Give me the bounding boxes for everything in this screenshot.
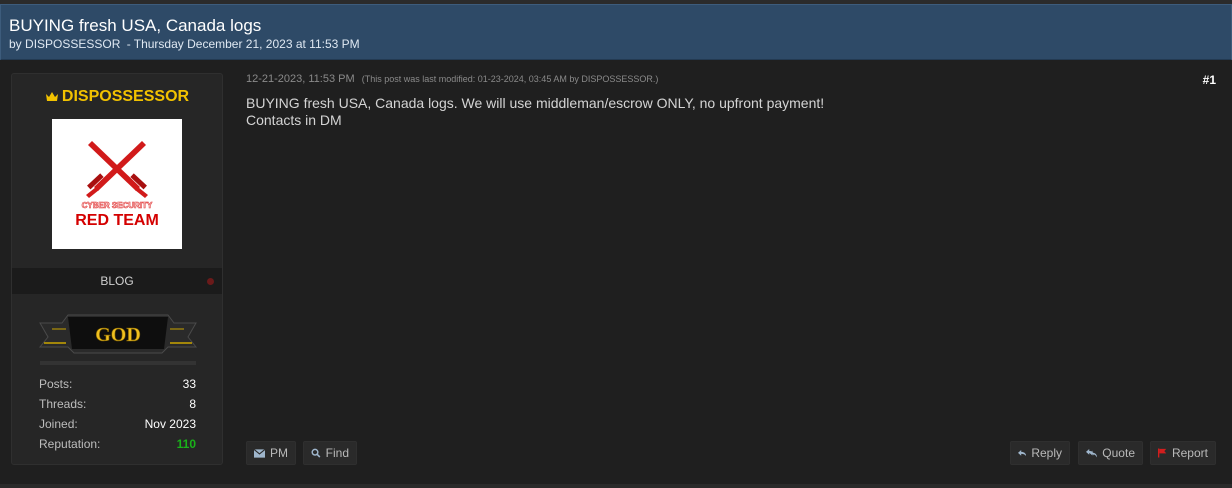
reply-button-label: Reply bbox=[1031, 446, 1062, 460]
bottom-border bbox=[0, 484, 1232, 488]
post-modified-note: (This post was last modified: 01-23-2024… bbox=[361, 74, 659, 84]
reply-button[interactable]: Reply bbox=[1010, 441, 1070, 465]
avatar[interactable]: CYBER SECURITY RED TEAM bbox=[52, 119, 182, 249]
report-button[interactable]: Report bbox=[1150, 441, 1216, 465]
flag-icon bbox=[1158, 448, 1167, 458]
post-number-link[interactable]: #1 bbox=[1203, 73, 1216, 87]
find-button[interactable]: Find bbox=[303, 441, 357, 465]
offline-status-indicator bbox=[207, 278, 214, 285]
author-name-row: DISPOSSESSOR bbox=[12, 88, 222, 106]
crossed-swords-icon bbox=[86, 141, 148, 198]
stat-value: Nov 2023 bbox=[144, 417, 196, 431]
post-body-line: BUYING fresh USA, Canada logs. We will u… bbox=[246, 95, 825, 111]
by-label: by bbox=[9, 37, 22, 51]
post-body-line: Contacts in DM bbox=[246, 112, 342, 128]
thread-date: Thursday December 21, 2023 at 11:53 PM bbox=[133, 37, 360, 51]
post-body: BUYING fresh USA, Canada logs. We will u… bbox=[246, 95, 1196, 129]
rank-label: GOD bbox=[95, 324, 141, 346]
meta-separator: - bbox=[126, 37, 131, 51]
stat-value[interactable]: 33 bbox=[183, 377, 196, 391]
stat-reputation: Reputation: 110 bbox=[39, 434, 196, 454]
find-button-label: Find bbox=[325, 446, 349, 460]
author-panel: DISPOSSESSOR CYBER SECURITY RED TEAM BLO… bbox=[11, 73, 223, 465]
avatar-image: CYBER SECURITY RED TEAM bbox=[75, 141, 159, 229]
thread-title: BUYING fresh USA, Canada logs bbox=[9, 16, 262, 35]
quote-button-label: Quote bbox=[1102, 446, 1135, 460]
envelope-icon bbox=[254, 448, 265, 458]
stat-label: Threads: bbox=[39, 397, 87, 411]
stat-label: Joined: bbox=[39, 417, 78, 431]
stat-joined: Joined: Nov 2023 bbox=[39, 414, 196, 434]
user-title-bar: BLOG bbox=[12, 268, 222, 294]
stat-label: Posts: bbox=[39, 377, 73, 391]
god-rank-image: GOD bbox=[38, 314, 198, 354]
user-title: BLOG bbox=[100, 274, 134, 288]
stat-threads: Threads: 8 bbox=[39, 394, 196, 414]
thread-author-link[interactable]: DISPOSSESSOR bbox=[25, 37, 120, 51]
author-name[interactable]: DISPOSSESSOR bbox=[62, 88, 189, 105]
avatar-caption-top: CYBER SECURITY bbox=[82, 201, 153, 210]
crown-icon bbox=[45, 92, 58, 101]
stat-posts: Posts: 33 bbox=[39, 374, 196, 394]
rank-badge: GOD bbox=[38, 307, 198, 357]
stat-value[interactable]: 8 bbox=[189, 397, 196, 411]
avatar-caption-main: RED TEAM bbox=[75, 212, 159, 229]
quote-button[interactable]: Quote bbox=[1078, 441, 1143, 465]
rank-progress-bar bbox=[40, 361, 196, 365]
thread-header: BUYING fresh USA, Canada logs by DISPOSS… bbox=[0, 4, 1232, 61]
author-stats: Posts: 33 Threads: 8 Joined: Nov 2023 Re… bbox=[39, 374, 196, 454]
post-datetime: 12-21-2023, 11:53 PM bbox=[246, 73, 355, 85]
post-meta: 12-21-2023, 11:53 PM (This post was last… bbox=[246, 73, 658, 85]
quote-icon bbox=[1086, 448, 1098, 458]
thread-meta: by DISPOSSESSOR - Thursday December 21, 2… bbox=[9, 37, 360, 51]
pm-button[interactable]: PM bbox=[246, 441, 296, 465]
report-button-label: Report bbox=[1171, 446, 1208, 460]
post: DISPOSSESSOR CYBER SECURITY RED TEAM BLO… bbox=[0, 60, 1232, 488]
reply-icon bbox=[1018, 449, 1027, 456]
stat-value[interactable]: 110 bbox=[177, 437, 196, 451]
search-icon bbox=[311, 448, 321, 458]
pm-button-label: PM bbox=[270, 446, 288, 460]
stat-label: Reputation: bbox=[39, 437, 101, 451]
